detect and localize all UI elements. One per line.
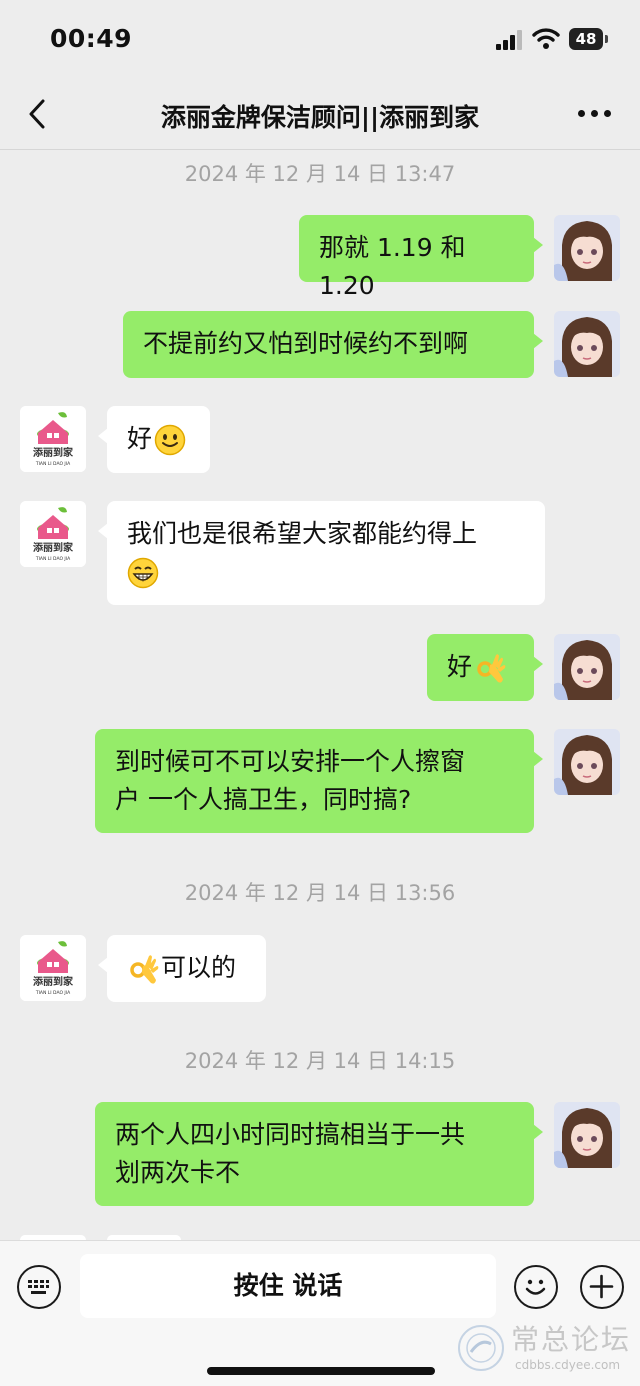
brand-logo-icon: 添丽到家 TIAN LI DAO JIA [20,406,86,472]
anime-girl-avatar-icon [554,634,620,700]
chat-title: 添丽金牌保洁顾问||添丽到家 [160,103,480,132]
wifi-icon [532,28,560,49]
svg-text:添丽到家: 添丽到家 [33,975,74,988]
status-time: 00:49 [50,24,133,53]
message-bubble[interactable]: 那就 1.19 和 1.20 [299,215,543,300]
message-list[interactable]: 2024 年 12 月 14 日 13:47 那就 1.19 和 1.20 不提… [0,150,640,1240]
message-text-line: 到时候可不可以安排一个人擦窗 [115,747,466,776]
hold-to-talk-button[interactable]: 按住 说话 [80,1254,496,1318]
anime-girl-avatar-icon [554,1102,620,1168]
message-bubble[interactable]: 不提前约又怕到时候约不到啊 [123,311,543,378]
message-text: 好 [127,424,153,453]
message-bubble[interactable]: 好 [98,406,210,473]
brand-logo-icon: 添丽到家 TIAN LI DAO JIA [20,501,86,567]
user-avatar[interactable] [554,215,620,281]
back-icon[interactable] [24,96,54,132]
contact-avatar[interactable]: 添丽到家 TIAN LI DAO JIA [20,501,86,567]
message-text-line: 户 一个人搞卫生，同时搞? [115,785,412,814]
ok-hand-emoji-icon [130,955,159,984]
user-avatar[interactable] [554,311,620,377]
svg-text:TIAN LI DAO JIA: TIAN LI DAO JIA [35,990,71,996]
emoji-glyph [525,1279,546,1295]
signal-icon [496,30,524,50]
svg-text:添丽到家: 添丽到家 [33,541,74,554]
chat-header: 添丽金牌保洁顾问||添丽到家 [0,80,640,150]
watermark: 常总论坛 cdbbs.cdyee.com [455,1318,635,1380]
more-icon[interactable] [578,110,612,120]
grin-emoji-icon [127,557,159,589]
plus-icon[interactable] [580,1265,624,1309]
message-bubble[interactable]: 到时候可不可以安排一个人擦窗 户 一个人搞卫生，同时搞? [95,729,543,833]
emoji-icon[interactable] [514,1265,558,1309]
ok-hand-emoji-icon [477,654,506,683]
message-bubble[interactable]: 两个人四小时同时搞相当于一共 划两次卡不 [95,1102,543,1206]
svg-text:添丽到家: 添丽到家 [33,446,74,459]
keyboard-icon[interactable] [17,1265,61,1309]
contact-avatar[interactable]: 添丽到家 TIAN LI DAO JIA [20,935,86,1001]
timestamp: 2024 年 12 月 14 日 13:56 [184,881,456,905]
message-text: 好 [447,652,473,681]
smile-emoji-icon [154,424,186,456]
user-avatar[interactable] [554,1102,620,1168]
message-text-line: 划两次卡不 [115,1158,241,1187]
message-text: 我们也是很希望大家都能约得上 [127,519,478,548]
home-indicator [207,1367,435,1375]
battery-icon: 48 [569,28,603,50]
battery-tip [605,35,608,43]
message-text-line: 两个人四小时同时搞相当于一共 [115,1120,466,1149]
brand-logo-icon: 添丽到家 TIAN LI DAO JIA [20,935,86,1001]
message-text: 不提前约又怕到时候约不到啊 [143,329,469,358]
watermark-logo-icon [458,1325,504,1371]
timestamp: 2024 年 12 月 14 日 13:47 [184,162,456,186]
anime-girl-avatar-icon [554,215,620,281]
message-bubble[interactable]: 可以的 [98,935,266,1002]
watermark-text: 常总论坛 [511,1323,632,1356]
svg-text:TIAN LI DAO JIA: TIAN LI DAO JIA [35,461,71,467]
message-bubble[interactable]: 好 [427,634,543,701]
svg-text:TIAN LI DAO JIA: TIAN LI DAO JIA [35,556,71,562]
watermark-url: cdbbs.cdyee.com [515,1358,621,1372]
user-avatar[interactable] [554,634,620,700]
keyboard-glyph [28,1280,49,1294]
anime-girl-avatar-icon [554,729,620,795]
message-bubble[interactable]: 我们也是很希望大家都能约得上 [98,501,545,605]
anime-girl-avatar-icon [554,311,620,377]
contact-avatar[interactable]: 添丽到家 TIAN LI DAO JIA [20,406,86,472]
timestamp: 2024 年 12 月 14 日 14:15 [184,1049,456,1073]
message-text: 那就 1.19 和 1.20 [319,233,466,300]
message-text: 可以的 [161,953,237,982]
status-bar: 00:49 48 [0,0,640,80]
user-avatar[interactable] [554,729,620,795]
plus-glyph [589,1274,614,1299]
